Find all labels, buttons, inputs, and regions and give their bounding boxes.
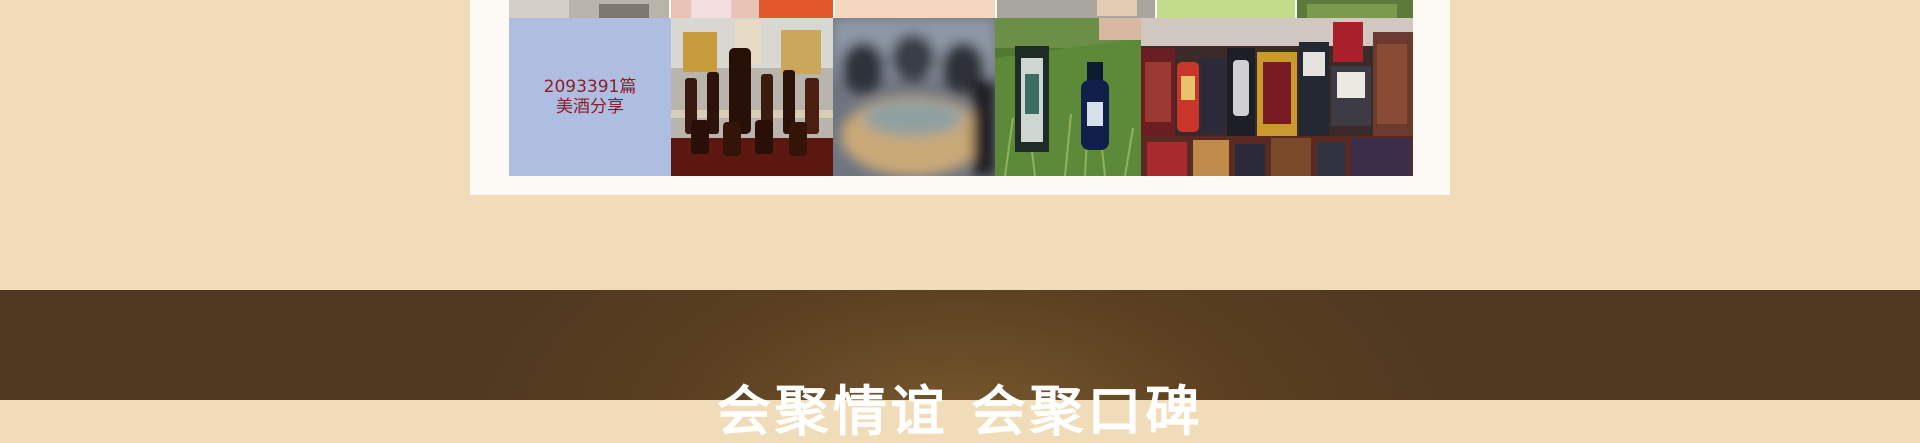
photo-tile-top-5[interactable] xyxy=(1157,0,1295,18)
photo-tile-top-1[interactable] xyxy=(509,0,669,18)
photo-tile-gathering[interactable] xyxy=(833,18,995,176)
photo-tile-top-4[interactable] xyxy=(997,0,1155,18)
photo-mosaic: 2093391篇 美酒分享 xyxy=(509,0,1413,176)
photo-tile-bottle-collection[interactable] xyxy=(671,18,833,176)
photo-tile-top-2[interactable] xyxy=(671,0,833,18)
photo-tile-liquor-boxes[interactable] xyxy=(1141,18,1413,176)
share-count-label: 美酒分享 xyxy=(556,97,624,117)
photo-tile-top-3[interactable] xyxy=(835,0,995,18)
share-count: 2093391篇 xyxy=(543,77,637,97)
share-count-tile[interactable]: 2093391篇 美酒分享 xyxy=(509,18,671,176)
photo-tile-top-6[interactable] xyxy=(1297,0,1413,18)
banner-headline: 会聚情谊 会聚口碑 xyxy=(716,380,1204,443)
photo-tile-bottles-on-grass[interactable] xyxy=(995,18,1141,176)
